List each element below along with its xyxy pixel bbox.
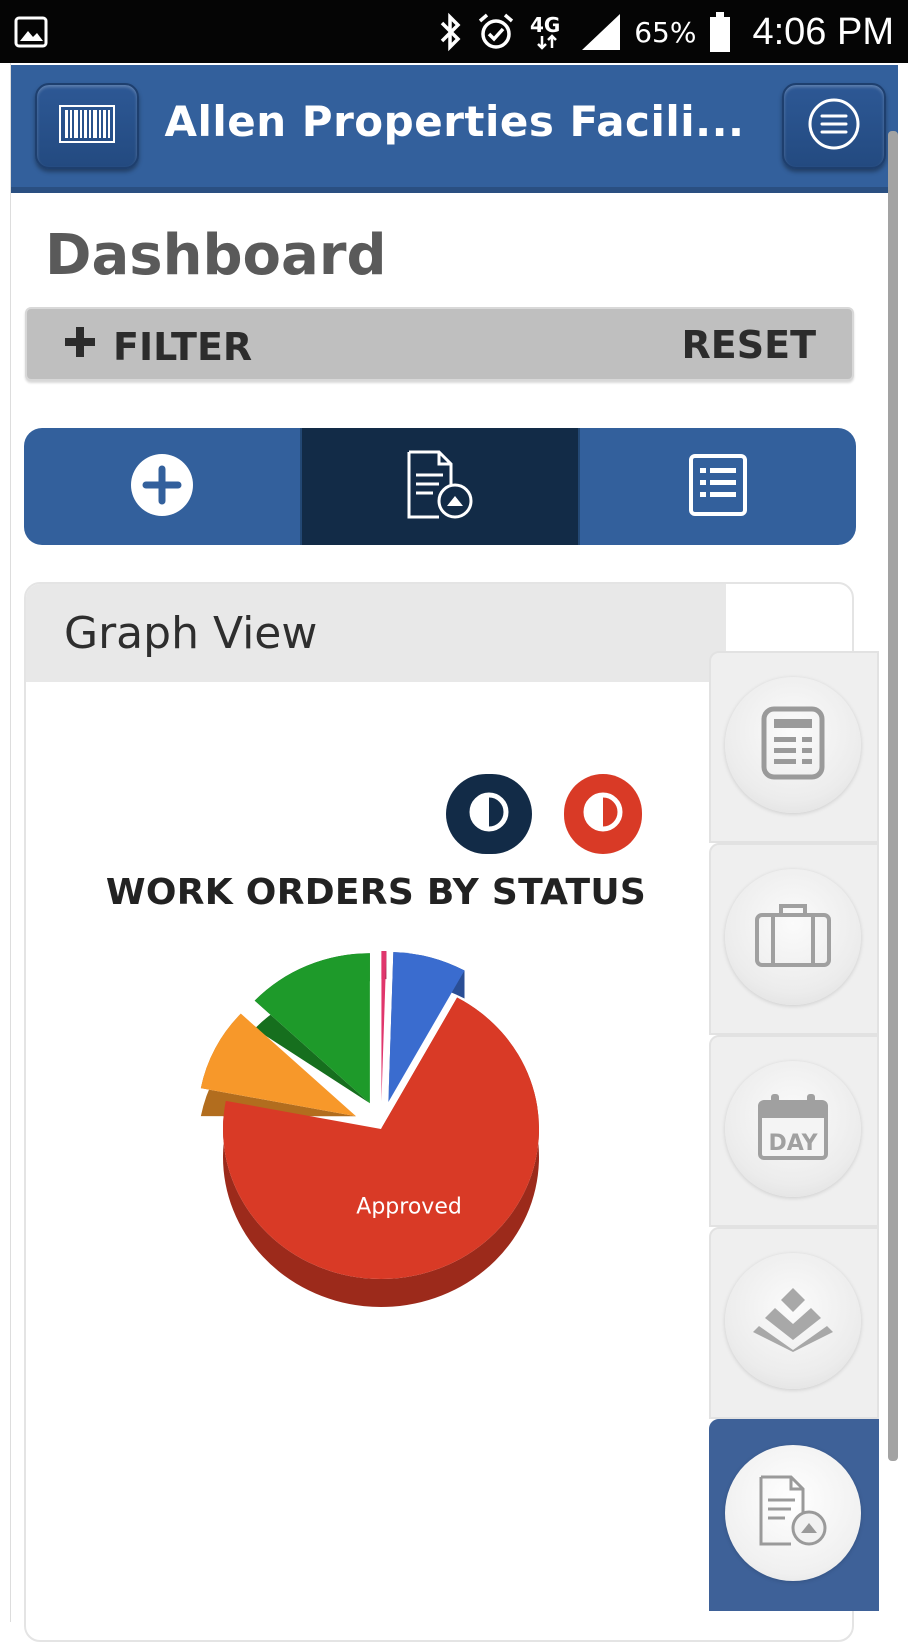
- card-title: Graph View: [64, 608, 318, 659]
- calendar-day-icon: DAY: [757, 1092, 829, 1166]
- menu-button[interactable]: [782, 83, 886, 169]
- rail-item-calendar[interactable]: DAY: [709, 1035, 879, 1227]
- receipt-icon: [760, 705, 826, 785]
- page-title: Dashboard: [45, 223, 387, 288]
- rail-item-work-orders[interactable]: [709, 1419, 879, 1611]
- battery-icon: [708, 11, 732, 53]
- rail-item-receipts[interactable]: [709, 651, 879, 843]
- app-frame: Allen Properties Facili... Dashboard FIL…: [10, 63, 898, 1642]
- tab-list[interactable]: [578, 428, 856, 545]
- plus-circle-icon: [129, 452, 195, 522]
- pie-slice[interactable]: [381, 951, 387, 1102]
- view-tabs: [24, 428, 856, 545]
- document-clock-icon: [757, 1474, 829, 1552]
- gallery-icon: [14, 16, 48, 48]
- status-bar: 4G 65% 4:06 PM: [0, 0, 908, 63]
- list-icon: [688, 453, 748, 521]
- 4g-lte-icon: 4G: [528, 12, 568, 52]
- svg-text:4G: 4G: [530, 13, 560, 37]
- plus-icon: [61, 323, 99, 370]
- pie-chart: Approved: [200, 951, 539, 1307]
- calendar-day-text: DAY: [768, 1131, 818, 1156]
- side-rail: DAY: [709, 651, 879, 1651]
- rail-item-projects[interactable]: [709, 843, 879, 1035]
- chart-title: WORK ORDERS BY STATUS: [105, 872, 647, 913]
- rail-button: [725, 1445, 861, 1581]
- rail-item-layers[interactable]: [709, 1227, 879, 1419]
- tab-work-orders[interactable]: [300, 428, 578, 545]
- rail-button: [725, 869, 861, 1005]
- filter-label: FILTER: [113, 324, 253, 369]
- signal-icon: [580, 12, 622, 52]
- filter-button[interactable]: FILTER: [61, 323, 252, 370]
- dark-theme-button[interactable]: [446, 774, 532, 854]
- layers-icon: [751, 1286, 835, 1356]
- alarm-icon: [476, 12, 516, 52]
- menu-icon: [806, 96, 862, 156]
- rail-button: [725, 677, 861, 813]
- contrast-icon: [468, 791, 510, 837]
- contrast-icon: [582, 791, 624, 837]
- rail-button: [725, 1253, 861, 1389]
- battery-percent: 65%: [634, 15, 697, 49]
- briefcase-icon: [753, 901, 833, 973]
- pie-slice-label: Approved: [356, 1195, 462, 1220]
- rail-button: DAY: [725, 1061, 861, 1197]
- scrollbar[interactable]: [888, 131, 898, 1461]
- card-header: Graph View: [26, 584, 726, 682]
- app-title: Allen Properties Facili...: [164, 97, 745, 146]
- bluetooth-icon: [436, 12, 464, 52]
- document-clock-icon: [405, 449, 475, 525]
- filter-bar: FILTER RESET: [25, 307, 854, 381]
- reset-button[interactable]: RESET: [682, 323, 816, 367]
- tab-add[interactable]: [24, 428, 300, 545]
- red-theme-button[interactable]: [564, 774, 642, 854]
- clock-time: 4:06 PM: [752, 10, 894, 53]
- app-header: Allen Properties Facili...: [11, 65, 898, 193]
